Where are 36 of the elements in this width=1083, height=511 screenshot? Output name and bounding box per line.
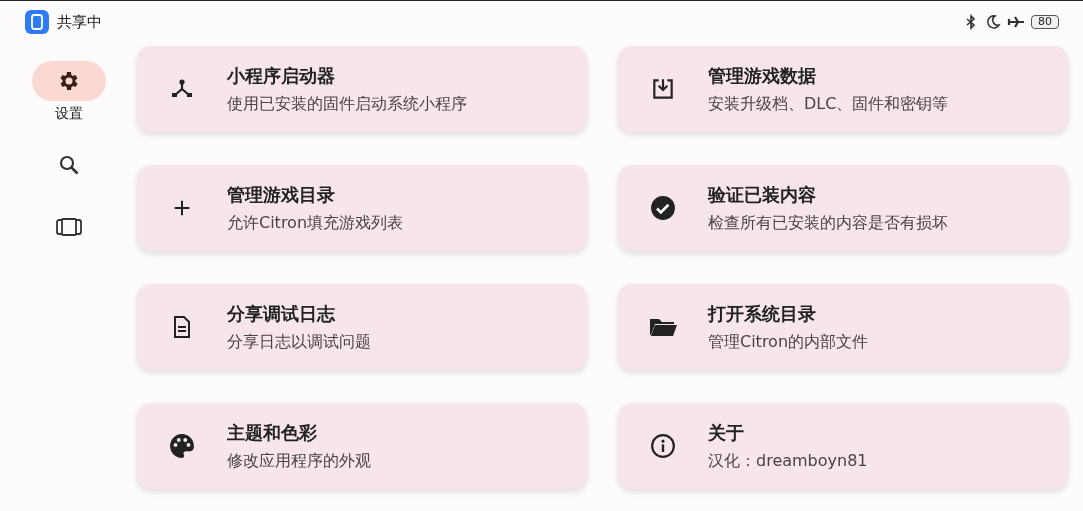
nav-label: 设置	[54, 105, 83, 123]
airplane-icon	[1007, 14, 1025, 30]
card-description: 汉化：dreamboyn81	[708, 450, 868, 472]
card-description: 分享日志以调试问题	[227, 331, 371, 353]
card-title: 关于	[708, 420, 745, 445]
card-description: 管理Citron的内部文件	[708, 331, 869, 353]
console-icon	[54, 215, 83, 239]
settings-card[interactable]: 关于 汉化：dreamboyn81	[618, 403, 1068, 489]
info-icon	[650, 433, 676, 459]
card-description: 检查所有已安装的内容是否有损坏	[708, 212, 948, 234]
card-title: 管理游戏数据	[708, 63, 817, 88]
settings-card[interactable]: 管理游戏数据 安装升级档、DLC、固件和密钥等	[618, 46, 1068, 132]
card-title: 打开系统目录	[708, 301, 817, 326]
card-description: 安装升级档、DLC、固件和密钥等	[708, 93, 949, 115]
sharing-status: 共享中	[57, 12, 102, 32]
moon-icon	[985, 14, 1001, 30]
card-description: 使用已安装的固件启动系统小程序	[227, 93, 467, 115]
card-description: 允许Citron填充游戏列表	[227, 212, 404, 234]
app-icon	[25, 10, 49, 34]
settings-card[interactable]: 管理游戏目录 允许Citron填充游戏列表	[137, 165, 587, 251]
card-title: 管理游戏目录	[227, 182, 336, 207]
settings-card[interactable]: 小程序启动器 使用已安装的固件启动系统小程序	[137, 46, 587, 132]
card-title: 小程序启动器	[227, 63, 336, 88]
download-icon	[650, 76, 676, 102]
check-circle-icon	[650, 195, 676, 221]
palette-icon	[169, 433, 195, 459]
nav-button[interactable]	[31, 61, 106, 101]
battery-indicator: 80	[1031, 15, 1059, 29]
settings-card[interactable]: 分享调试日志 分享日志以调试问题	[137, 284, 587, 370]
card-title: 主题和色彩	[227, 420, 318, 445]
settings-card[interactable]: 验证已装内容 检查所有已安装的内容是否有损坏	[618, 165, 1068, 251]
settings-card[interactable]: 打开系统目录 管理Citron的内部文件	[618, 284, 1068, 370]
settings-card[interactable]: 主题和色彩 修改应用程序的外观	[137, 403, 587, 489]
card-title: 分享调试日志	[227, 301, 336, 326]
card-description: 修改应用程序的外观	[227, 450, 371, 472]
card-title: 验证已装内容	[708, 182, 817, 207]
